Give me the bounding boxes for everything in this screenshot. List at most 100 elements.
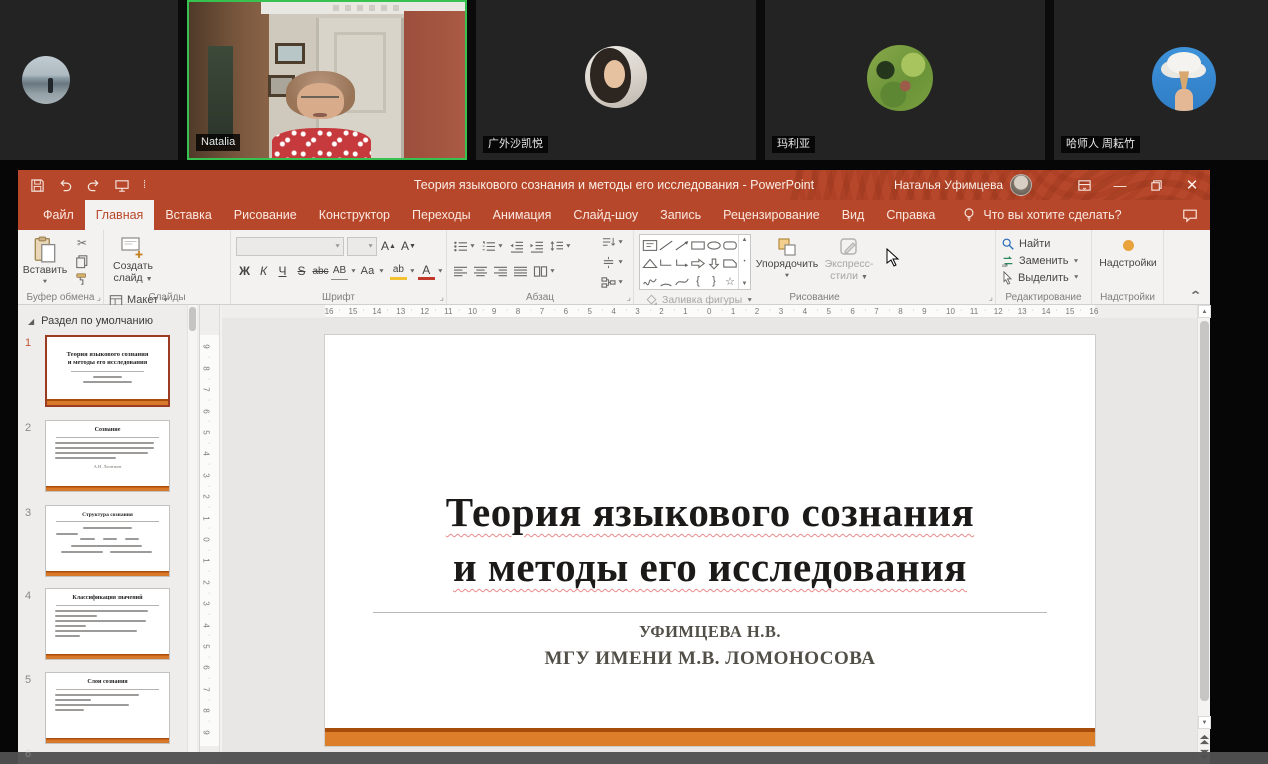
tab-запись[interactable]: Запись <box>649 200 712 230</box>
shape-curve-icon[interactable] <box>674 272 690 290</box>
redo-icon[interactable] <box>86 178 101 193</box>
slide-affiliation[interactable]: МГУ ИМЕНИ М.В. ЛОМОНОСОВА <box>325 648 1095 670</box>
convert-smartart-button[interactable]: ▼ <box>600 273 625 291</box>
tab-вид[interactable]: Вид <box>831 200 876 230</box>
undo-icon[interactable] <box>58 178 73 193</box>
slide-title[interactable]: Теория языкового сознания и методы его и… <box>335 485 1085 595</box>
slide-editor[interactable]: Теория языкового сознания и методы его и… <box>325 335 1095 746</box>
shape-arc-icon[interactable] <box>658 272 674 290</box>
tab-файл[interactable]: Файл <box>32 200 85 230</box>
participant-tile-1[interactable] <box>0 0 178 160</box>
customize-qat-icon[interactable]: ⁞ <box>143 179 146 191</box>
participant-tile-natalia[interactable]: Natalia <box>187 0 467 160</box>
decrease-indent-button[interactable] <box>508 237 525 255</box>
shape-brace-right-icon[interactable]: } <box>706 272 722 290</box>
save-icon[interactable] <box>30 178 45 193</box>
change-case-button[interactable]: Аа <box>359 262 376 280</box>
arrange-button[interactable]: Упорядочить▼ <box>751 234 823 290</box>
shape-brace-left-icon[interactable]: { <box>690 272 706 290</box>
strikethrough-button[interactable]: S <box>293 262 310 280</box>
italic-button[interactable]: К <box>255 262 272 280</box>
bold-button[interactable]: Ж <box>236 262 253 280</box>
slide-thumbnail-4[interactable]: Классификация значений <box>45 588 170 660</box>
previous-slide-icon[interactable] <box>1198 733 1211 746</box>
shape-triangle-icon[interactable] <box>642 254 658 272</box>
dialog-launcher-icon[interactable]: ⌟ <box>440 292 444 303</box>
grow-font-button[interactable]: А▲ <box>380 237 397 255</box>
scrollbar-thumb[interactable] <box>1200 321 1209 701</box>
font-color-button[interactable]: А <box>418 262 435 280</box>
shape-line-arrow-icon[interactable] <box>674 236 690 254</box>
replace-button[interactable]: abЗаменить▼ <box>1001 253 1080 270</box>
new-slide-button[interactable]: Создать слайд ▼ <box>109 234 157 290</box>
numbering-button[interactable]: ▼ <box>480 237 505 255</box>
collapse-ribbon-icon[interactable]: ⌃ <box>1189 289 1202 302</box>
slide-thumbnail-3[interactable]: Структура сознания <box>45 505 170 577</box>
restore-button[interactable] <box>1138 170 1174 200</box>
bullets-button[interactable]: ▼ <box>452 237 477 255</box>
dialog-launcher-icon[interactable]: ⌟ <box>97 292 101 303</box>
char-spacing-button[interactable]: АВ <box>331 262 348 280</box>
vertical-scrollbar[interactable]: ▲ ▼ <box>1197 305 1210 764</box>
shape-rect-icon[interactable] <box>690 236 706 254</box>
participant-tile-4[interactable]: 玛利亚 <box>765 0 1045 160</box>
tab-главная[interactable]: Главная <box>85 200 155 230</box>
increase-indent-button[interactable] <box>528 237 545 255</box>
find-button[interactable]: Найти <box>1001 236 1080 253</box>
close-button[interactable]: ✕ <box>1174 170 1210 200</box>
align-right-button[interactable] <box>492 262 509 280</box>
slide-author[interactable]: УФИМЦЕВА Н.В. <box>325 622 1095 642</box>
thumbnail-panel-scrollbar[interactable] <box>187 305 197 764</box>
tab-слайд-шоу[interactable]: Слайд-шоу <box>562 200 649 230</box>
highlight-color-button[interactable]: ab <box>390 262 407 280</box>
format-painter-icon[interactable] <box>75 272 89 286</box>
shape-rounded-rect-icon[interactable] <box>722 236 738 254</box>
line-spacing-button[interactable]: ▼ <box>548 237 573 255</box>
participant-tile-5[interactable]: 哈师人 周耘竹 <box>1054 0 1268 160</box>
tab-рисование[interactable]: Рисование <box>223 200 308 230</box>
shape-elbow-icon[interactable] <box>658 254 674 272</box>
shape-line-icon[interactable] <box>658 236 674 254</box>
account-chip[interactable]: Наталья Уфимцева <box>894 170 1032 200</box>
cut-icon[interactable]: ✂ <box>77 236 87 250</box>
text-direction-button[interactable]: ▼ <box>600 233 625 251</box>
shape-arrow-down-icon[interactable] <box>706 254 722 272</box>
start-slideshow-icon[interactable] <box>114 178 130 193</box>
shrink-font-button[interactable]: А▼ <box>400 237 417 255</box>
tab-анимация[interactable]: Анимация <box>482 200 563 230</box>
scroll-down-icon[interactable]: ▼ <box>1198 716 1211 729</box>
shapes-gallery[interactable]: {}☆ ▲•▼ <box>639 234 751 290</box>
section-header[interactable]: ◢ Раздел по умолчанию <box>28 315 153 327</box>
addins-button[interactable]: Надстройки <box>1097 234 1159 290</box>
justify-button[interactable] <box>512 262 529 280</box>
shape-oval-icon[interactable] <box>706 236 722 254</box>
dialog-launcher-icon[interactable]: ⌟ <box>627 292 631 303</box>
font-name-combo[interactable]: ▼ <box>236 237 344 256</box>
tab-справка[interactable]: Справка <box>875 200 946 230</box>
shape-star-icon[interactable]: ☆ <box>722 272 738 290</box>
shape-snip-rect-icon[interactable] <box>722 254 738 272</box>
ribbon-display-options-icon[interactable] <box>1066 170 1102 200</box>
scroll-up-icon[interactable]: ▲ <box>1198 305 1211 318</box>
shape-scribble-icon[interactable] <box>642 272 658 290</box>
tab-рецензирование[interactable]: Рецензирование <box>712 200 831 230</box>
tab-конструктор[interactable]: Конструктор <box>308 200 401 230</box>
tab-переходы[interactable]: Переходы <box>401 200 482 230</box>
participant-tile-3[interactable]: 广外沙凯悦 <box>476 0 756 160</box>
shape-elbow-arrow-icon[interactable] <box>674 254 690 272</box>
columns-button[interactable]: ▼ <box>532 262 557 280</box>
shape-textbox-icon[interactable] <box>642 236 658 254</box>
tell-me-box[interactable]: Что вы хотите сделать? <box>946 200 1121 230</box>
tab-вставка[interactable]: Вставка <box>154 200 222 230</box>
slide-thumbnail-5[interactable]: Слои сознания <box>45 672 170 744</box>
minimize-button[interactable]: — <box>1102 170 1138 200</box>
copy-icon[interactable] <box>75 254 89 269</box>
shapes-gallery-scrollbar[interactable]: ▲•▼ <box>738 235 750 289</box>
text-shadow-button[interactable]: abc <box>312 262 329 280</box>
font-size-combo[interactable]: ▼ <box>347 237 377 256</box>
shape-arrow-right-icon[interactable] <box>690 254 706 272</box>
quick-styles-button[interactable]: Экспресс- стили ▼ <box>823 234 875 290</box>
select-button[interactable]: Выделить▼ <box>1001 269 1080 286</box>
align-text-button[interactable]: ▼ <box>600 253 625 271</box>
align-center-button[interactable] <box>472 262 489 280</box>
